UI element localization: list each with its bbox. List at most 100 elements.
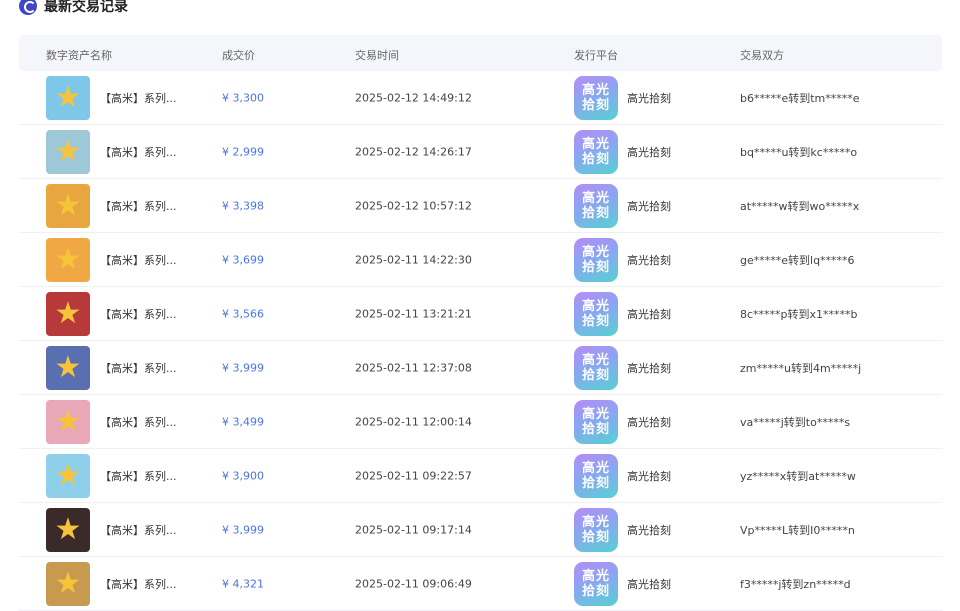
deal-time: 2025-02-11 12:00:14	[355, 415, 472, 428]
trade-parties: Vp*****L转到I0*****n	[740, 523, 855, 537]
asset-cell: ★ 【高米】系列...	[46, 183, 177, 228]
trade-parties: 8c*****p转到x1*****b	[740, 307, 858, 321]
platform-logo-line-1: 高光	[581, 190, 610, 206]
asset-cell: ★ 【高米】系列...	[46, 345, 177, 390]
platform-logo-line-1: 高光	[581, 514, 610, 530]
star-character-icon: ★	[54, 188, 82, 224]
asset-name[interactable]: 【高米】系列...	[100, 306, 177, 322]
deal-price: ¥ 3,999	[222, 361, 264, 374]
deal-price: ¥ 2,999	[222, 145, 264, 158]
platform-cell: 高光 拾刻 高光拾刻	[574, 129, 671, 174]
column-header-parties: 交易双方	[740, 49, 784, 62]
column-header-time: 交易时间	[355, 49, 399, 62]
asset-thumbnail[interactable]: ★	[46, 561, 90, 606]
platform-cell: 高光 拾刻 高光拾刻	[574, 291, 671, 336]
platform-cell: 高光 拾刻 高光拾刻	[574, 237, 671, 282]
star-character-icon: ★	[54, 566, 82, 602]
table-row[interactable]: ★ 【高米】系列... ¥ 3,999 2025-02-11 09:17:14 …	[19, 503, 942, 557]
asset-thumbnail[interactable]: ★	[46, 399, 90, 444]
platform-name: 高光拾刻	[627, 415, 671, 429]
platform-cell: 高光 拾刻 高光拾刻	[574, 399, 671, 444]
platform-cell: 高光 拾刻 高光拾刻	[574, 453, 671, 498]
platform-name: 高光拾刻	[627, 91, 671, 105]
column-header-asset-name: 数字资产名称	[46, 49, 112, 62]
trade-parties: f3*****j转到zn*****d	[740, 577, 851, 591]
asset-thumbnail[interactable]: ★	[46, 183, 90, 228]
platform-logo-line-1: 高光	[581, 568, 610, 584]
platform-logo-line-1: 高光	[581, 82, 610, 98]
asset-name[interactable]: 【高米】系列...	[100, 198, 177, 214]
asset-thumbnail[interactable]: ★	[46, 507, 90, 552]
platform-name: 高光拾刻	[627, 523, 671, 537]
platform-logo-line-1: 高光	[581, 460, 610, 476]
table-row[interactable]: ★ 【高米】系列... ¥ 3,699 2025-02-11 14:22:30 …	[19, 233, 942, 287]
table-body: ★ 【高米】系列... ¥ 3,300 2025-02-12 14:49:12 …	[19, 71, 942, 611]
asset-name[interactable]: 【高米】系列...	[100, 468, 177, 484]
asset-name[interactable]: 【高米】系列...	[100, 360, 177, 376]
site-logo-icon	[19, 0, 37, 15]
trade-parties: at*****w转到wo*****x	[740, 199, 860, 213]
asset-cell: ★ 【高米】系列...	[46, 507, 177, 552]
asset-name[interactable]: 【高米】系列...	[100, 252, 177, 268]
table-row[interactable]: ★ 【高米】系列... ¥ 3,300 2025-02-12 14:49:12 …	[19, 71, 942, 125]
platform-logo-line-1: 高光	[581, 406, 610, 422]
deal-time: 2025-02-12 14:26:17	[355, 145, 472, 158]
star-character-icon: ★	[54, 350, 82, 386]
table-row[interactable]: ★ 【高米】系列... ¥ 3,398 2025-02-12 10:57:12 …	[19, 179, 942, 233]
platform-logo-icon: 高光 拾刻	[574, 507, 618, 552]
asset-cell: ★ 【高米】系列...	[46, 453, 177, 498]
platform-logo-icon: 高光 拾刻	[574, 75, 618, 120]
platform-logo-line-1: 高光	[581, 352, 610, 368]
deal-price: ¥ 4,321	[222, 577, 264, 590]
platform-cell: 高光 拾刻 高光拾刻	[574, 561, 671, 606]
table-row[interactable]: ★ 【高米】系列... ¥ 3,900 2025-02-11 09:22:57 …	[19, 449, 942, 503]
platform-logo-line-1: 高光	[581, 136, 610, 152]
table-row[interactable]: ★ 【高米】系列... ¥ 3,566 2025-02-11 13:21:21 …	[19, 287, 942, 341]
trade-parties: zm*****u转到4m*****j	[740, 361, 862, 375]
table-row[interactable]: ★ 【高米】系列... ¥ 3,999 2025-02-11 12:37:08 …	[19, 341, 942, 395]
asset-thumbnail[interactable]: ★	[46, 237, 90, 282]
asset-thumbnail[interactable]: ★	[46, 345, 90, 390]
deal-price: ¥ 3,300	[222, 91, 264, 104]
asset-cell: ★ 【高米】系列...	[46, 129, 177, 174]
asset-thumbnail[interactable]: ★	[46, 75, 90, 120]
trade-parties: ge*****e转到lq*****6	[740, 253, 855, 267]
platform-logo-line-1: 高光	[581, 298, 610, 314]
deal-price: ¥ 3,699	[222, 253, 264, 266]
transaction-table: 数字资产名称 成交价 交易时间 发行平台 交易双方 ★ 【高米】系列... ¥ …	[19, 35, 942, 611]
asset-name[interactable]: 【高米】系列...	[100, 144, 177, 160]
asset-name[interactable]: 【高米】系列...	[100, 576, 177, 592]
platform-name: 高光拾刻	[627, 577, 671, 591]
star-character-icon: ★	[54, 296, 82, 332]
deal-time: 2025-02-11 09:22:57	[355, 469, 472, 482]
column-header-platform: 发行平台	[574, 49, 618, 62]
platform-logo-line-2: 拾刻	[581, 313, 610, 329]
deal-time: 2025-02-12 14:49:12	[355, 91, 472, 104]
platform-cell: 高光 拾刻 高光拾刻	[574, 345, 671, 390]
star-character-icon: ★	[54, 458, 82, 494]
asset-thumbnail[interactable]: ★	[46, 453, 90, 498]
asset-thumbnail[interactable]: ★	[46, 129, 90, 174]
deal-price: ¥ 3,999	[222, 523, 264, 536]
deal-price: ¥ 3,900	[222, 469, 264, 482]
platform-logo-icon: 高光 拾刻	[574, 237, 618, 282]
asset-name[interactable]: 【高米】系列...	[100, 414, 177, 430]
platform-cell: 高光 拾刻 高光拾刻	[574, 507, 671, 552]
platform-name: 高光拾刻	[627, 253, 671, 267]
asset-thumbnail[interactable]: ★	[46, 291, 90, 336]
platform-name: 高光拾刻	[627, 307, 671, 321]
star-character-icon: ★	[54, 80, 82, 116]
star-character-icon: ★	[54, 512, 82, 548]
deal-time: 2025-02-11 14:22:30	[355, 253, 472, 266]
asset-name[interactable]: 【高米】系列...	[100, 522, 177, 538]
table-row[interactable]: ★ 【高米】系列... ¥ 3,499 2025-02-11 12:00:14 …	[19, 395, 942, 449]
asset-name[interactable]: 【高米】系列...	[100, 90, 177, 106]
page-header: 最新交易记录	[19, 0, 128, 16]
asset-cell: ★ 【高米】系列...	[46, 237, 177, 282]
deal-time: 2025-02-11 09:17:14	[355, 523, 472, 536]
table-row[interactable]: ★ 【高米】系列... ¥ 2,999 2025-02-12 14:26:17 …	[19, 125, 942, 179]
table-row[interactable]: ★ 【高米】系列... ¥ 4,321 2025-02-11 09:06:49 …	[19, 557, 942, 611]
trade-parties: bq*****u转到kc*****o	[740, 145, 858, 159]
platform-name: 高光拾刻	[627, 361, 671, 375]
table-header: 数字资产名称 成交价 交易时间 发行平台 交易双方	[19, 35, 942, 71]
